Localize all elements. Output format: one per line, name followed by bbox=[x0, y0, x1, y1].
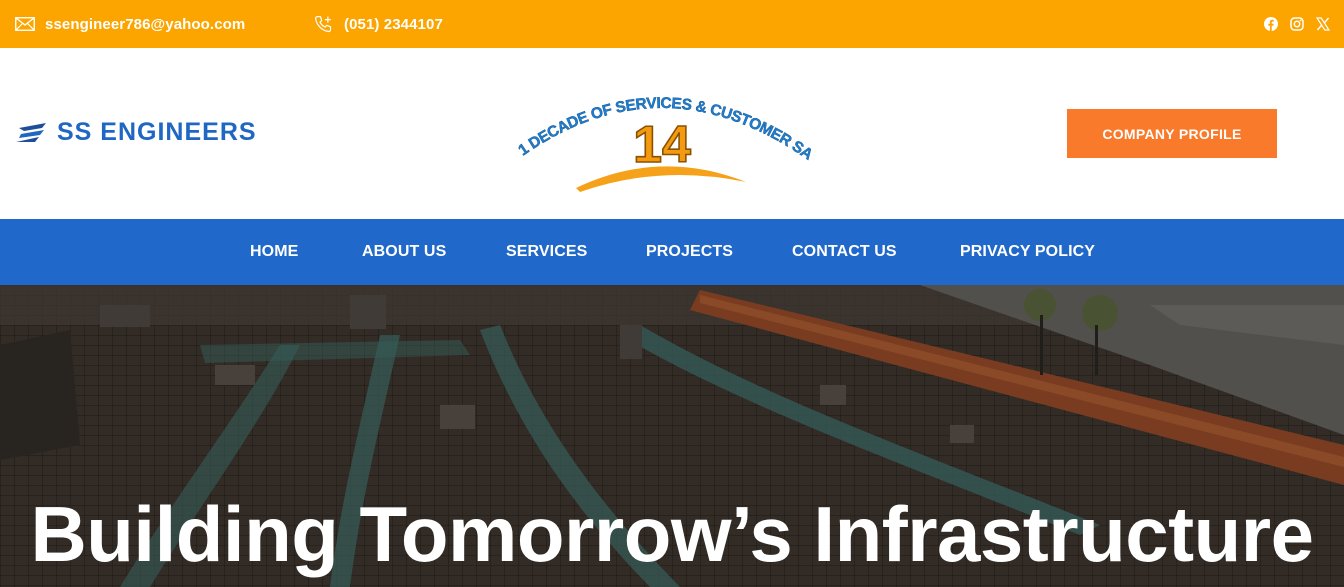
nav-item-home[interactable]: HOME bbox=[250, 219, 298, 285]
x-icon[interactable] bbox=[1315, 17, 1331, 31]
facebook-icon[interactable] bbox=[1264, 17, 1278, 31]
email-contact[interactable]: ssengineer786@yahoo.com bbox=[15, 0, 245, 48]
nav-item-about-us[interactable]: ABOUT US bbox=[362, 219, 446, 285]
phone-contact[interactable]: (051) 2344107 bbox=[313, 0, 443, 48]
nav-item-contact-us[interactable]: CONTACT US bbox=[792, 219, 897, 285]
main-nav: HOME ABOUT US SERVICES PROJECTS CONTACT … bbox=[0, 219, 1344, 285]
company-profile-button[interactable]: COMPANY PROFILE bbox=[1067, 109, 1277, 158]
brand-logo[interactable]: SS ENGINEERS bbox=[15, 118, 257, 147]
nav-item-services[interactable]: SERVICES bbox=[506, 219, 587, 285]
envelope-icon bbox=[15, 17, 35, 31]
phone-text[interactable]: (051) 2344107 bbox=[344, 16, 443, 33]
anniversary-badge: MORE THAN 1 DECADE OF SERVICES & CUSTOME… bbox=[510, 78, 815, 192]
nav-item-projects[interactable]: PROJECTS bbox=[646, 219, 733, 285]
email-text[interactable]: ssengineer786@yahoo.com bbox=[45, 16, 245, 33]
site-header: SS ENGINEERS MORE THAN 1 DECADE OF SERVI… bbox=[0, 48, 1344, 219]
instagram-icon[interactable] bbox=[1290, 17, 1304, 31]
hero-section: Building Tomorrow’s Infrastructure bbox=[0, 285, 1344, 587]
brand-name: SS ENGINEERS bbox=[57, 118, 257, 146]
nav-item-privacy-policy[interactable]: PRIVACY POLICY bbox=[960, 219, 1095, 285]
ss-logo-icon bbox=[16, 122, 46, 142]
top-bar: ssengineer786@yahoo.com (051) 2344107 bbox=[0, 0, 1344, 48]
social-links bbox=[1264, 0, 1331, 48]
hero-headline: Building Tomorrow’s Infrastructure bbox=[30, 490, 1314, 578]
anniversary-swoosh bbox=[576, 166, 746, 192]
phone-icon bbox=[314, 15, 332, 32]
anniversary-number: 14 bbox=[633, 116, 691, 174]
